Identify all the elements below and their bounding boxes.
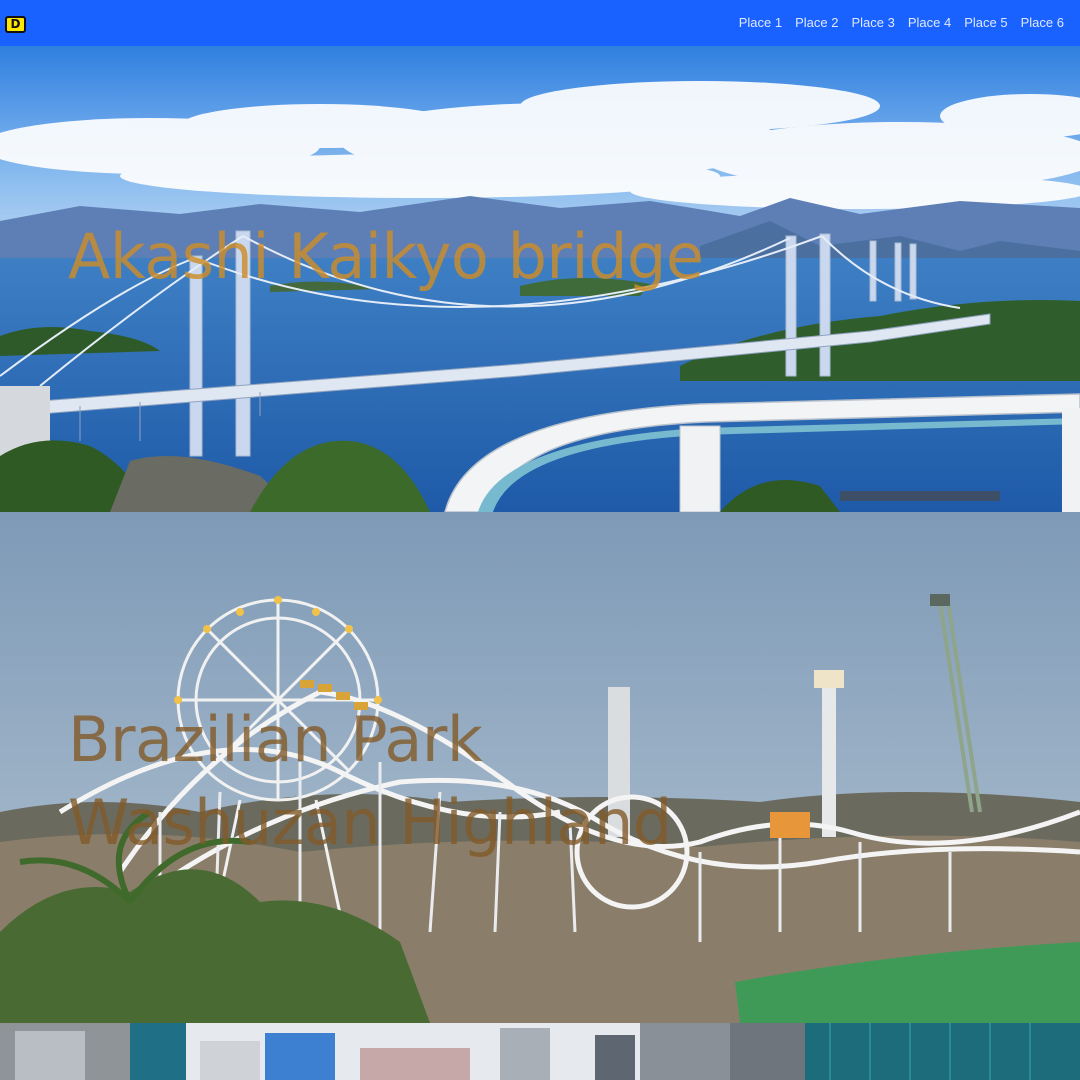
nav-menu: Place 1 Place 2 Place 3 Place 4 Place 5 … [739,15,1064,31]
place-section-3 [0,1023,1080,1080]
place-section-1: Akashi Kaikyo bridge [0,46,1080,512]
nav-link-place-4[interactable]: Place 4 [908,15,951,31]
nav-link-place-1[interactable]: Place 1 [739,15,782,31]
nav-link-place-2[interactable]: Place 2 [795,15,838,31]
nav-link-place-6[interactable]: Place 6 [1021,15,1064,31]
nav-link-place-3[interactable]: Place 3 [852,15,895,31]
place-title: Brazilian Park Washuzan Highland [68,703,672,859]
top-navbar: D Place 1 Place 2 Place 3 Place 4 Place … [0,0,1080,46]
city-photo [0,1023,1080,1080]
nav-link-place-5[interactable]: Place 5 [964,15,1007,31]
place-title: Akashi Kaikyo bridge [68,220,704,293]
site-logo[interactable]: D [5,16,26,33]
place-section-2: Brazilian Park Washuzan Highland [0,512,1080,1023]
